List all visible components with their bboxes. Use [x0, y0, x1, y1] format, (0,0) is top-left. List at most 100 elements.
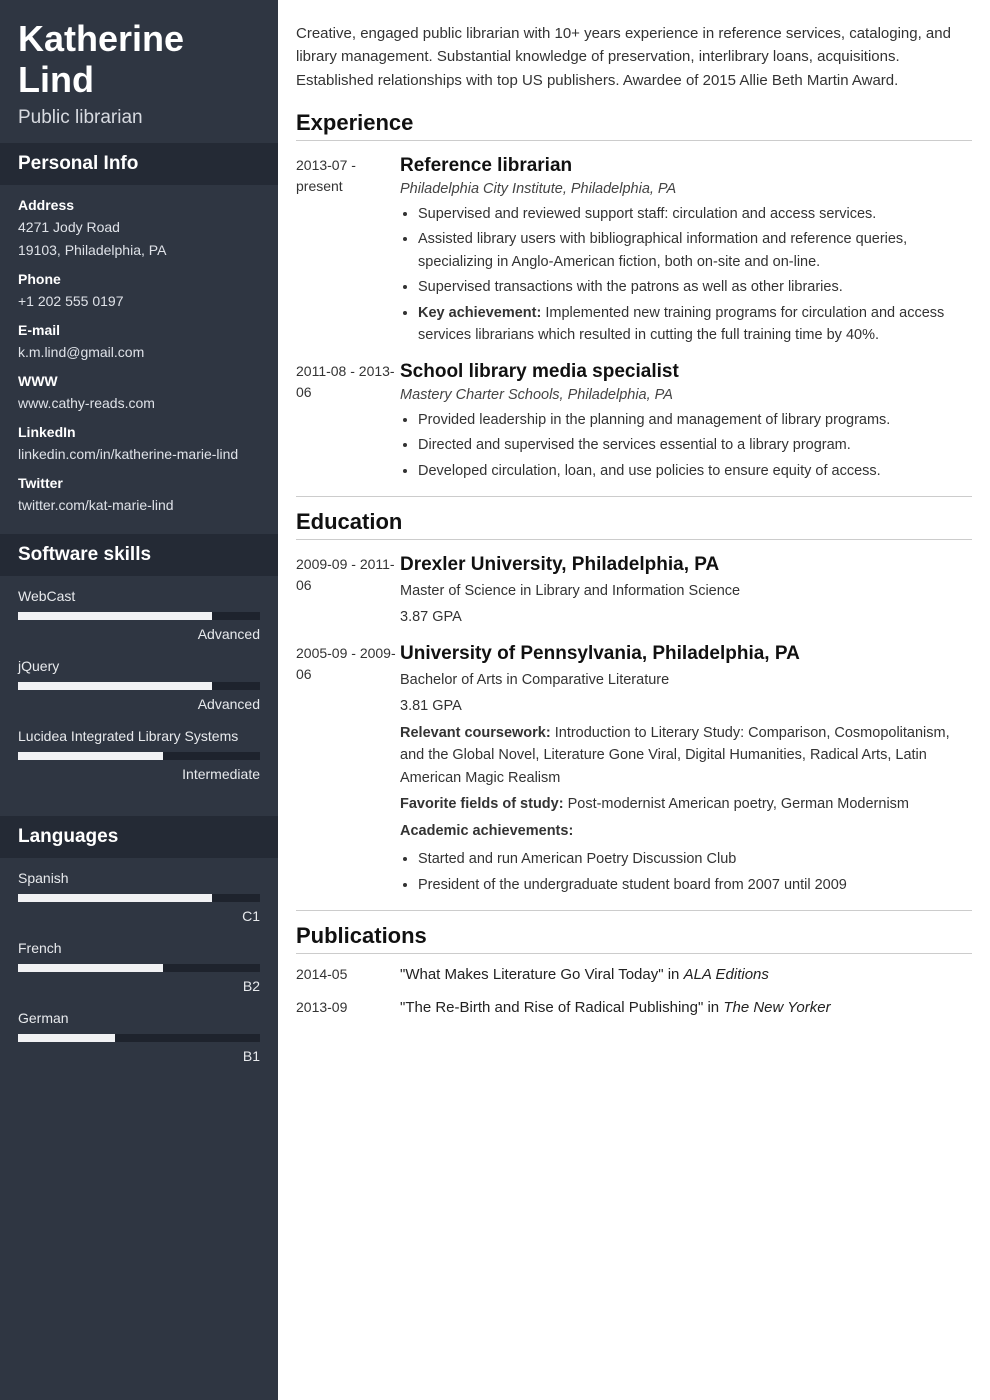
- education-heading: Education: [296, 509, 972, 540]
- phone-value: +1 202 555 0197: [18, 291, 260, 312]
- job-title: Reference librarian: [400, 155, 972, 177]
- skill-bar-fill: [18, 894, 212, 902]
- bullet-list: Provided leadership in the planning and …: [400, 409, 972, 482]
- bullet-item: Provided leadership in the planning and …: [418, 409, 972, 431]
- software-skill-item: WebCast Advanced: [18, 588, 260, 642]
- skill-bar-fill: [18, 612, 212, 620]
- publication-title: "The Re-Birth and Rise of Radical Publis…: [400, 999, 723, 1016]
- key-achievement-label: Key achievement:: [418, 305, 541, 321]
- language-name: Spanish: [18, 870, 260, 886]
- employer: Philadelphia City Institute, Philadelphi…: [400, 181, 972, 197]
- coursework-label: Relevant coursework:: [400, 725, 551, 741]
- main-content: Creative, engaged public librarian with …: [278, 0, 990, 1400]
- divider: [296, 496, 972, 497]
- experience-entry: Reference librarian Philadelphia City Ins…: [400, 155, 972, 347]
- language-item: Spanish C1: [18, 870, 260, 924]
- personal-info-heading: Personal Info: [0, 143, 278, 185]
- summary-text: Creative, engaged public librarian with …: [296, 22, 972, 92]
- date-range: 2013-07 - present: [296, 155, 400, 347]
- bullet-item: Key achievement: Implemented new trainin…: [418, 302, 972, 347]
- skill-bar: [18, 894, 260, 902]
- languages-body: Spanish C1 French B2 German B1: [0, 858, 278, 1098]
- language-name: German: [18, 1010, 260, 1026]
- publications-heading: Publications: [296, 923, 972, 954]
- entry-row: 2013-07 - presentReference librarian Phil…: [296, 155, 972, 347]
- favorites: Favorite fields of study: Post-modernist…: [400, 793, 972, 815]
- publications-block: 2014-05"What Makes Literature Go Viral T…: [296, 964, 972, 1019]
- favorites-label: Favorite fields of study:: [400, 796, 564, 812]
- software-skill-level: Advanced: [18, 626, 260, 642]
- entry-row: 2009-09 - 2011-06Drexler University, Phi…: [296, 554, 972, 629]
- divider: [296, 910, 972, 911]
- email-value: k.m.lind@gmail.com: [18, 342, 260, 363]
- language-name: French: [18, 940, 260, 956]
- skill-bar: [18, 964, 260, 972]
- publication-entry: "The Re-Birth and Rise of Radical Publis…: [400, 997, 972, 1020]
- bullet-item: Supervised transactions with the patrons…: [418, 276, 972, 298]
- date-range: 2014-05: [296, 964, 400, 987]
- favorites-text: Post-modernist American poetry, German M…: [564, 796, 909, 812]
- achievements-list: Started and run American Poetry Discussi…: [400, 848, 972, 896]
- degree: Bachelor of Arts in Comparative Literatu…: [400, 669, 972, 691]
- skill-bar-fill: [18, 752, 163, 760]
- person-title: Public librarian: [18, 107, 260, 129]
- skill-bar: [18, 682, 260, 690]
- name-block: Katherine Lind Public librarian: [0, 0, 278, 143]
- address-line1: 4271 Jody Road: [18, 217, 260, 238]
- publication-title: "What Makes Literature Go Viral Today" i…: [400, 966, 684, 983]
- entry-row: 2014-05"What Makes Literature Go Viral T…: [296, 964, 972, 987]
- language-level: B1: [18, 1048, 260, 1064]
- address-label: Address: [18, 197, 260, 213]
- address-line2: 19103, Philadelphia, PA: [18, 240, 260, 261]
- bullet-item: Assisted library users with bibliographi…: [418, 228, 972, 273]
- publication-venue: ALA Editions: [684, 966, 769, 983]
- languages-heading: Languages: [0, 816, 278, 858]
- resume-page: Katherine Lind Public librarian Personal…: [0, 0, 990, 1400]
- linkedin-label: LinkedIn: [18, 424, 260, 440]
- skill-bar-fill: [18, 964, 163, 972]
- experience-entry: School library media specialistMastery C…: [400, 361, 972, 482]
- entry-row: 2011-08 - 2013-06School library media sp…: [296, 361, 972, 482]
- software-skills-body: WebCast Advanced jQuery Advanced Lucidea Int…: [0, 576, 278, 816]
- school-name: Drexler University, Philadelphia, PA: [400, 554, 972, 576]
- sidebar: Katherine Lind Public librarian Personal…: [0, 0, 278, 1400]
- twitter-value: twitter.com/kat-marie-lind: [18, 495, 260, 516]
- achievement-item: Started and run American Poetry Discussi…: [418, 848, 972, 870]
- software-skill-item: jQuery Advanced: [18, 658, 260, 712]
- job-title: School library media specialist: [400, 361, 972, 383]
- achievements-label: Academic achievements:: [400, 820, 972, 842]
- gpa: 3.87 GPA: [400, 606, 972, 628]
- skill-bar-fill: [18, 682, 212, 690]
- phone-label: Phone: [18, 271, 260, 287]
- bullet-item: Directed and supervised the services ess…: [418, 434, 972, 456]
- achievement-item: President of the undergraduate student b…: [418, 874, 972, 896]
- experience-heading: Experience: [296, 110, 972, 141]
- skill-bar: [18, 752, 260, 760]
- experience-block: 2013-07 - presentReference librarian Phil…: [296, 155, 972, 482]
- www-value: www.cathy-reads.com: [18, 393, 260, 414]
- date-range: 2013-09: [296, 997, 400, 1020]
- software-skill-name: WebCast: [18, 588, 260, 604]
- skill-bar-fill: [18, 1034, 115, 1042]
- software-skill-item: Lucidea Integrated Library SystemsInterm…: [18, 728, 260, 782]
- software-skill-level: Intermediate: [18, 766, 260, 782]
- person-name: Katherine Lind: [18, 18, 260, 101]
- personal-info-body: Address 4271 Jody Road 19103, Philadelph…: [0, 185, 278, 534]
- email-label: E-mail: [18, 322, 260, 338]
- coursework: Relevant coursework: Introduction to Lit…: [400, 722, 972, 789]
- skill-bar: [18, 612, 260, 620]
- language-level: B2: [18, 978, 260, 994]
- language-level: C1: [18, 908, 260, 924]
- software-skill-level: Advanced: [18, 696, 260, 712]
- publication-entry: "What Makes Literature Go Viral Today" i…: [400, 964, 972, 987]
- gpa: 3.81 GPA: [400, 695, 972, 717]
- bullet-item: Developed circulation, loan, and use pol…: [418, 460, 972, 482]
- entry-row: 2013-09"The Re-Birth and Rise of Radical…: [296, 997, 972, 1020]
- education-entry: University of Pennsylvania, Philadelphia…: [400, 643, 972, 896]
- software-skill-name: jQuery: [18, 658, 260, 674]
- twitter-label: Twitter: [18, 475, 260, 491]
- school-name: University of Pennsylvania, Philadelphia…: [400, 643, 972, 665]
- entry-row: 2005-09 - 2009-06University of Pennsylva…: [296, 643, 972, 896]
- www-label: WWW: [18, 373, 260, 389]
- publication-venue: The New Yorker: [723, 999, 830, 1016]
